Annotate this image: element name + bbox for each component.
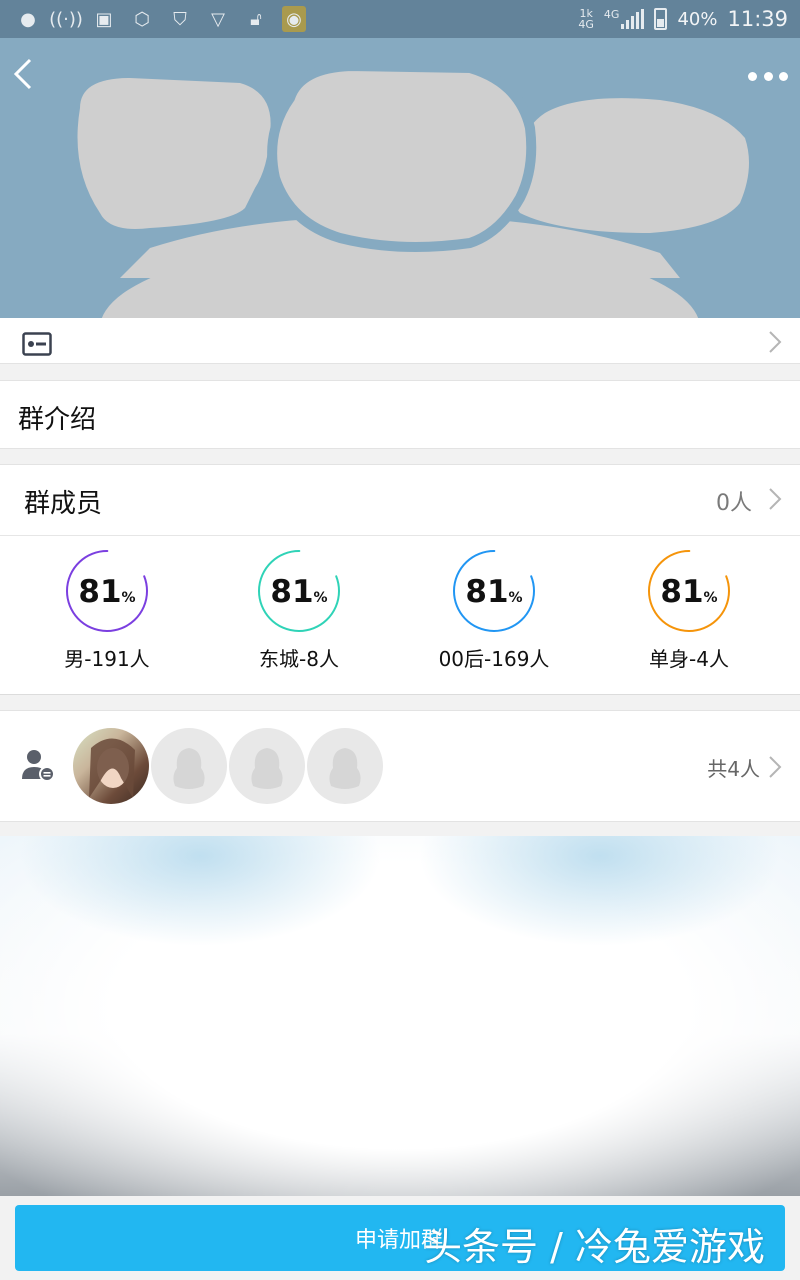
stat-caption: 东城-8人 bbox=[259, 647, 339, 671]
chevron-right-icon bbox=[769, 331, 782, 353]
admin-total: 共4人 bbox=[707, 757, 760, 781]
chevron-right-icon[interactable] bbox=[768, 487, 782, 511]
group-members-label: 群成员 bbox=[24, 489, 103, 519]
battery-level: 40% bbox=[677, 8, 718, 30]
clock: 11:39 bbox=[727, 7, 788, 31]
lock-icon: 🔓︎ bbox=[250, 8, 262, 30]
group-intro-label: 群介绍 bbox=[18, 405, 97, 435]
stat-percent: 81% bbox=[78, 574, 136, 610]
avatar[interactable] bbox=[307, 728, 383, 804]
image-icon: ▣ bbox=[95, 8, 113, 30]
network-type: 4G bbox=[603, 8, 620, 21]
more-dots-icon bbox=[748, 71, 757, 81]
notification-icons: ● ((·)) ▣ ⬡ ⛉ ▽ 🔓︎ ◉ bbox=[16, 6, 306, 32]
admins-row[interactable]: 共4人 bbox=[0, 710, 800, 822]
shield-icon: ⛉ bbox=[173, 8, 187, 30]
app-icon: ◉ bbox=[282, 6, 306, 32]
chevron-right-icon bbox=[769, 756, 782, 778]
stat-caption: 00后-169人 bbox=[438, 647, 550, 671]
watermark: 头条号 / 冷兔爱游戏 bbox=[424, 1225, 765, 1269]
default-avatar-icon bbox=[173, 748, 205, 789]
admin-user-icon bbox=[22, 750, 55, 782]
record-icon: ● bbox=[20, 8, 36, 30]
blurred-background bbox=[0, 836, 800, 1196]
group-intro-row[interactable]: 群介绍 bbox=[0, 380, 800, 449]
stat-age: 81% 00后-169人 bbox=[404, 549, 584, 671]
stat-caption: 男-191人 bbox=[64, 647, 150, 671]
group-header-image bbox=[0, 38, 800, 318]
settings-hex-icon: ⬡ bbox=[134, 8, 150, 30]
battery-icon bbox=[654, 8, 668, 30]
back-button[interactable] bbox=[8, 52, 48, 96]
avatar[interactable] bbox=[73, 728, 149, 804]
chevron-left-icon bbox=[13, 58, 32, 90]
stat-gender: 81% 男-191人 bbox=[17, 549, 197, 671]
id-card-icon bbox=[22, 332, 52, 356]
group-card-row[interactable] bbox=[0, 318, 800, 364]
group-avatar-placeholder bbox=[77, 60, 749, 318]
user-photo bbox=[89, 738, 135, 798]
shield-small-icon: ▽ bbox=[211, 8, 225, 30]
default-avatar-icon bbox=[329, 748, 361, 789]
wifi-hotspot-icon: ((·)) bbox=[49, 8, 83, 30]
avatar[interactable] bbox=[229, 728, 305, 804]
more-button[interactable] bbox=[748, 58, 788, 94]
stat-district: 81% 东城-8人 bbox=[209, 549, 389, 671]
stat-caption: 单身-4人 bbox=[649, 647, 729, 671]
group-members-section: 群成员 0人 81% 男-191人 81% 东城-8人 81% 00后-169人 bbox=[0, 464, 800, 695]
stat-single: 81% 单身-4人 bbox=[599, 549, 779, 671]
avatar[interactable] bbox=[151, 728, 227, 804]
stat-percent: 81% bbox=[660, 574, 718, 610]
default-avatar-icon bbox=[251, 748, 283, 789]
footer: 申请加群 头条号 / 冷兔爱游戏 bbox=[0, 1196, 800, 1280]
status-bar: ● ((·)) ▣ ⬡ ⛉ ▽ 🔓︎ ◉ 1k 4G 4G 40% 11:39 bbox=[0, 0, 800, 38]
stat-percent: 81% bbox=[270, 574, 328, 610]
network-speed: 1k 4G bbox=[578, 7, 594, 31]
divider bbox=[0, 535, 800, 536]
signal-icon bbox=[621, 9, 645, 29]
stat-percent: 81% bbox=[465, 574, 523, 610]
member-count: 0人 bbox=[716, 491, 752, 516]
